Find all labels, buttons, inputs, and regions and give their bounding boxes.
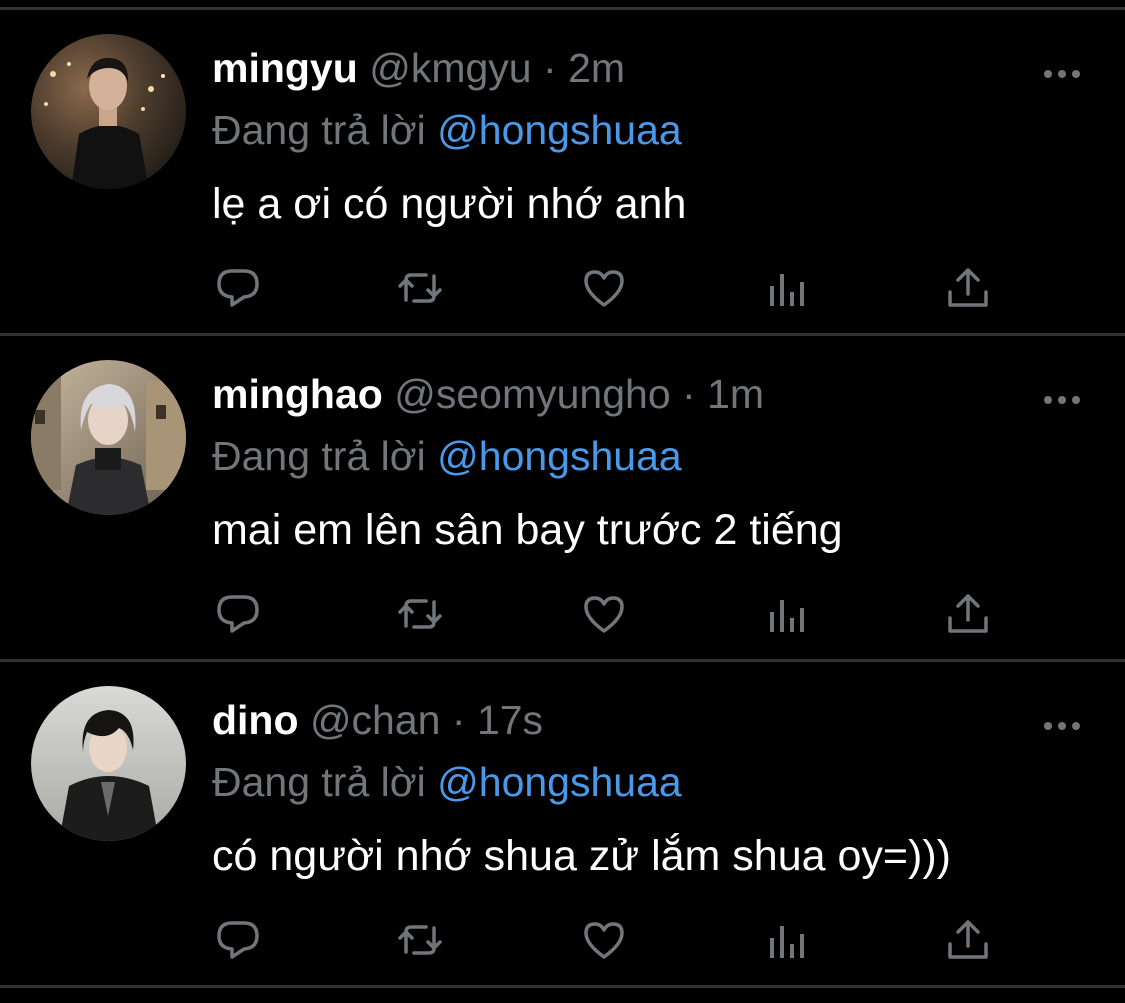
tweet-header: dino @chan · 17s [212, 690, 543, 750]
retweet-icon[interactable] [394, 914, 446, 966]
avatar-image [31, 34, 186, 189]
retweet-icon[interactable] [394, 588, 446, 640]
separator-dot: · [682, 371, 696, 417]
heart-icon[interactable] [578, 914, 630, 966]
share-icon[interactable] [942, 262, 994, 314]
retweet-icon[interactable] [394, 262, 446, 314]
tweet-text: mai em lên sân bay trước 2 tiếng [212, 506, 843, 554]
tweet[interactable]: dino @chan · 17s Đang trả lời @hongshuaa… [0, 662, 1125, 988]
tweet-header: mingyu @kmgyu · 2m [212, 38, 625, 98]
reply-prefix: Đang trả lời [212, 759, 426, 805]
user-handle[interactable]: @chan [310, 697, 441, 743]
display-name[interactable]: minghao [212, 371, 383, 417]
analytics-icon[interactable] [762, 588, 814, 640]
timestamp[interactable]: 17s [477, 697, 543, 743]
analytics-icon[interactable] [762, 262, 814, 314]
separator-dot: · [451, 697, 466, 743]
avatar[interactable] [31, 686, 186, 841]
share-icon[interactable] [942, 588, 994, 640]
user-handle[interactable]: @seomyungho [394, 371, 670, 417]
tweet-actions [0, 262, 1125, 322]
tweet[interactable]: mingyu @kmgyu · 2m Đang trả lời @hongshu… [0, 10, 1125, 336]
reply-mention-link[interactable]: @hongshuaa [437, 107, 682, 153]
tweet-text: có người nhớ shua zử lắm shua oy=))) [212, 832, 951, 880]
heart-icon[interactable] [578, 588, 630, 640]
avatar-image [31, 360, 186, 515]
timestamp[interactable]: 1m [707, 371, 764, 417]
reply-mention-link[interactable]: @hongshuaa [437, 759, 682, 805]
more-dots-icon[interactable] [1040, 54, 1084, 94]
tweet[interactable]: minghao @seomyungho · 1m Đang trả lời @h… [0, 336, 1125, 662]
user-handle[interactable]: @kmgyu [369, 45, 531, 91]
reply-prefix: Đang trả lời [212, 433, 426, 479]
display-name[interactable]: mingyu [212, 45, 358, 91]
reply-context: Đang trả lời @hongshuaa [212, 426, 682, 486]
more-dots-icon[interactable] [1040, 706, 1084, 746]
reply-prefix: Đang trả lời [212, 107, 426, 153]
tweet-actions [0, 588, 1125, 648]
reply-bubble-icon[interactable] [212, 588, 264, 640]
reply-context: Đang trả lời @hongshuaa [212, 752, 682, 812]
tweet-header: minghao @seomyungho · 1m [212, 364, 764, 424]
reply-bubble-icon[interactable] [212, 914, 264, 966]
heart-icon[interactable] [578, 262, 630, 314]
separator-dot: · [543, 45, 557, 91]
display-name[interactable]: dino [212, 697, 299, 743]
reply-bubble-icon[interactable] [212, 262, 264, 314]
analytics-icon[interactable] [762, 914, 814, 966]
avatar[interactable] [31, 34, 186, 189]
timestamp[interactable]: 2m [568, 45, 625, 91]
avatar[interactable] [31, 360, 186, 515]
share-icon[interactable] [942, 914, 994, 966]
reply-context: Đang trả lời @hongshuaa [212, 100, 682, 160]
tweet-actions [0, 914, 1125, 974]
avatar-image [31, 686, 186, 841]
tweet-text: lẹ a ơi có người nhớ anh [212, 180, 687, 228]
top-divider [0, 0, 1125, 10]
reply-mention-link[interactable]: @hongshuaa [437, 433, 682, 479]
more-dots-icon[interactable] [1040, 380, 1084, 420]
